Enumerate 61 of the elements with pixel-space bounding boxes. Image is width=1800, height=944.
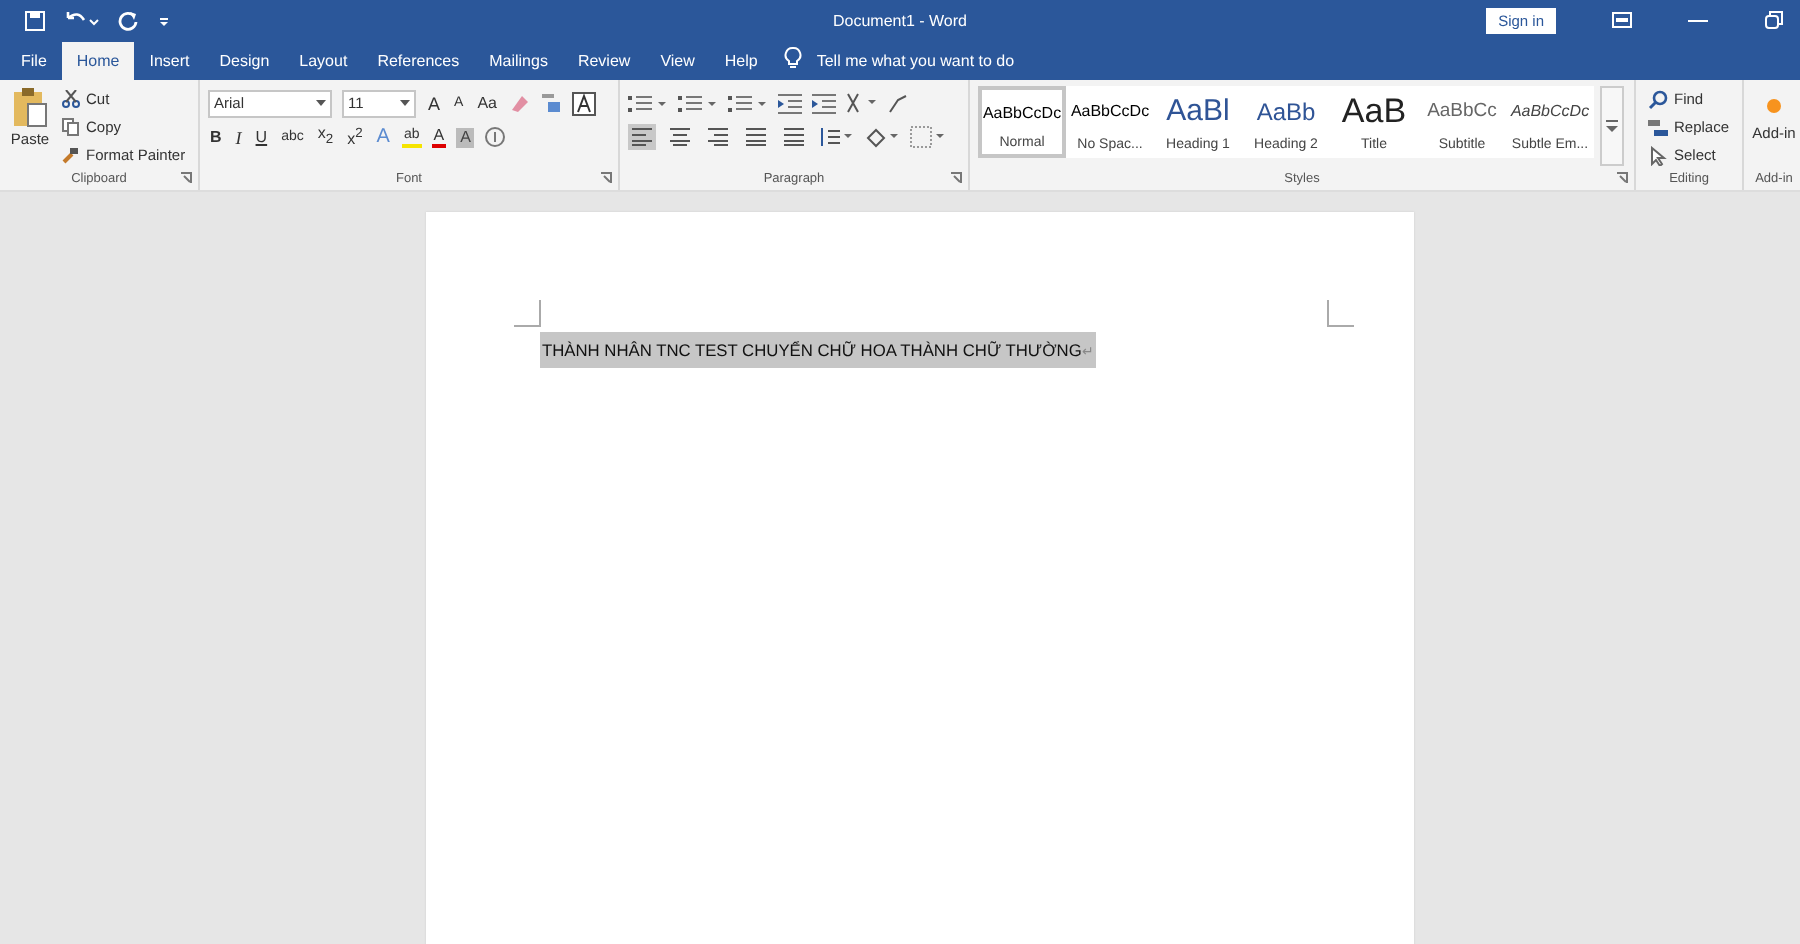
font-format-button[interactable]: B (208, 125, 224, 149)
ribbon-tab[interactable]: References (362, 42, 475, 80)
font-tool-button[interactable]: Aa (475, 91, 499, 115)
scissors-icon (62, 90, 80, 108)
paintbrush-icon (62, 146, 80, 164)
search-icon (1648, 89, 1668, 109)
align-button[interactable] (666, 124, 694, 150)
ribbon-tab[interactable]: Design (204, 42, 285, 80)
font-format-button[interactable]: A (431, 126, 447, 148)
character-border-icon[interactable] (572, 91, 597, 115)
font-format-button[interactable]: x$^{2}$ (345, 122, 365, 152)
save-icon[interactable] (24, 9, 46, 31)
dropdown-icon[interactable] (316, 100, 326, 106)
ribbon-tab[interactable]: Mailings (474, 42, 563, 80)
dialog-launcher-icon[interactable] (950, 172, 962, 184)
cursor-icon (1648, 145, 1668, 165)
font-tool-button[interactable]: A (426, 91, 443, 115)
dropdown-icon[interactable] (400, 100, 410, 106)
dot-icon (1766, 98, 1782, 114)
ribbon-tab[interactable]: Review (562, 42, 646, 80)
list-icon[interactable] (628, 93, 668, 113)
font-format-button[interactable]: I (233, 125, 244, 149)
restore-icon[interactable] (1764, 10, 1784, 30)
lightbulb-icon (784, 46, 803, 70)
copy-icon (62, 118, 80, 136)
align-button[interactable] (628, 124, 656, 150)
ribbon-tab[interactable]: Layout (284, 42, 363, 80)
ribbon-display-icon[interactable] (1612, 12, 1632, 28)
dialog-launcher-icon[interactable] (600, 172, 612, 184)
enclose-characters-icon[interactable] (484, 126, 507, 148)
dialog-launcher-icon[interactable] (180, 172, 192, 184)
font-format-button[interactable]: A (456, 127, 475, 147)
phonetic-guide-icon[interactable] (540, 92, 563, 114)
tell-me-field[interactable]: Tell me what you want to do (816, 52, 1015, 70)
ribbon-tab[interactable]: Help (709, 42, 773, 80)
redo-icon[interactable] (118, 9, 140, 31)
clipboard-icon (12, 86, 48, 130)
margin-corner-icon (514, 300, 542, 328)
dialog-launcher-icon[interactable] (1616, 172, 1628, 184)
font-format-button[interactable]: x$_{2}$ (315, 121, 336, 153)
gallery-more-icon[interactable] (1600, 86, 1624, 166)
shading-icon[interactable] (864, 126, 900, 148)
align-button[interactable] (780, 124, 808, 150)
list-icon[interactable] (728, 93, 768, 113)
window-title: Document1 - Word (833, 11, 967, 29)
line-spacing-icon[interactable] (818, 126, 854, 148)
ribbon-tab[interactable]: Home (61, 42, 135, 80)
list-icon[interactable] (678, 93, 718, 113)
align-button[interactable] (742, 124, 770, 150)
margin-corner-icon (1326, 300, 1354, 328)
font-format-button[interactable]: U (253, 125, 270, 149)
ribbon-tab[interactable]: File (6, 42, 62, 80)
undo-icon[interactable] (64, 9, 100, 31)
indent-icon[interactable] (778, 93, 802, 113)
ribbon-tab[interactable]: Insert (134, 42, 205, 80)
indent-icon[interactable] (812, 93, 836, 113)
replace-icon (1648, 117, 1668, 137)
customize-icon[interactable] (158, 12, 170, 28)
align-button[interactable] (704, 124, 732, 150)
ribbon-tab[interactable]: View (645, 42, 710, 80)
borders-icon[interactable] (910, 126, 946, 148)
